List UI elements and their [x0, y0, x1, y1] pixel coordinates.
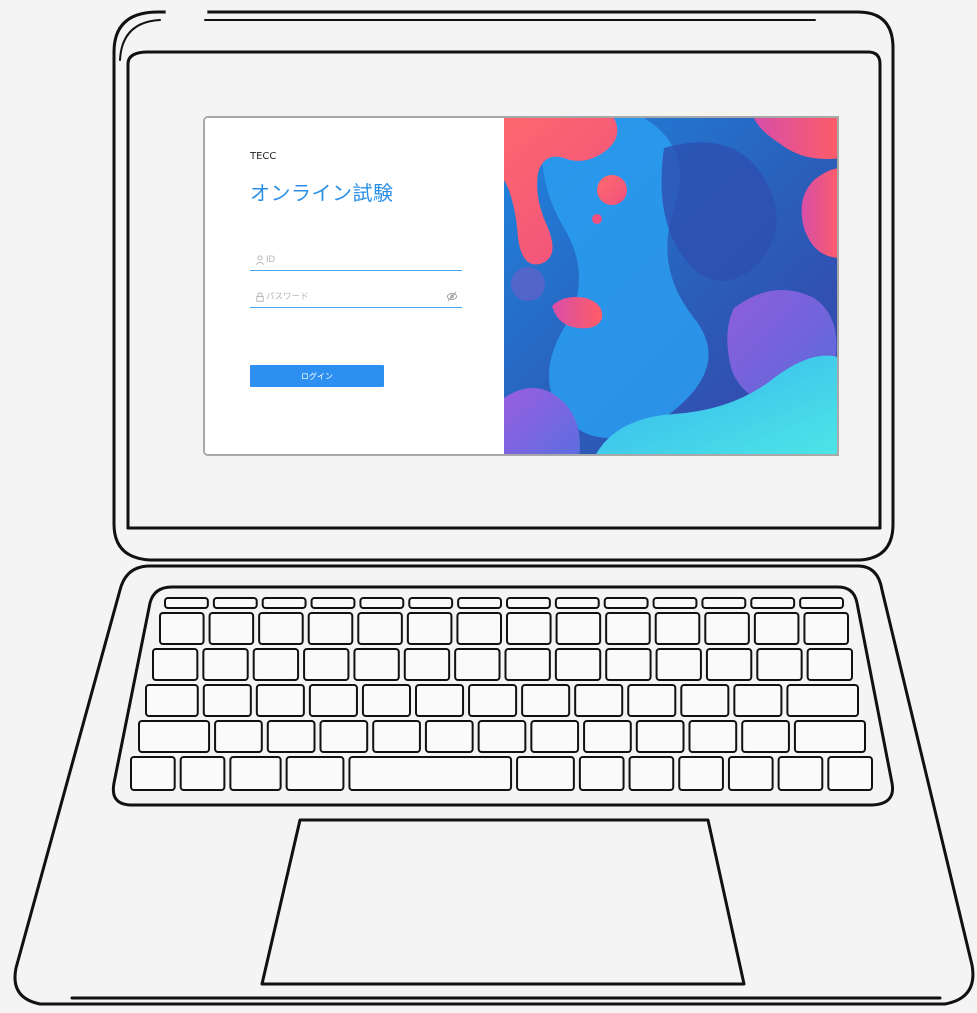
keyboard-key	[605, 648, 652, 681]
keyboard-key	[307, 612, 354, 645]
keyboard-key	[212, 597, 258, 609]
keyboard-key	[680, 684, 730, 717]
keyboard-key	[208, 612, 255, 645]
keyboard-key	[727, 756, 774, 791]
keyboard-key	[406, 612, 453, 645]
keyboard-key	[159, 612, 205, 645]
keyboard-key	[786, 684, 859, 717]
keyboard-key	[701, 597, 747, 609]
laptop-screen: TECC オンライン試験 ログイン	[203, 116, 839, 456]
keyboard-key	[214, 720, 263, 753]
keyboard-key	[603, 597, 649, 609]
keyboard-key	[348, 756, 513, 791]
keyboard-key	[605, 612, 651, 645]
keyboard-key	[628, 756, 675, 791]
keyboard-key	[506, 597, 551, 609]
keyboard-key	[454, 648, 501, 681]
keyboard-key	[506, 612, 552, 645]
trackpad	[260, 818, 746, 986]
keyboard-key	[827, 756, 873, 791]
login-button[interactable]: ログイン	[250, 365, 384, 387]
keyboard-key	[477, 720, 527, 753]
keyboard-key	[359, 597, 405, 609]
keyboard-key	[252, 648, 300, 681]
eye-off-icon[interactable]	[446, 291, 458, 302]
keyboard-key	[733, 684, 783, 717]
keyboard-key	[255, 684, 305, 717]
keyboard-key	[741, 720, 790, 753]
password-field[interactable]	[250, 287, 462, 308]
keyboard-key	[357, 612, 403, 645]
keyboard-key	[793, 720, 867, 753]
keyboard-key	[555, 612, 602, 645]
keyboard-keys	[130, 597, 873, 791]
keyboard-key	[424, 720, 474, 753]
user-icon	[255, 255, 265, 265]
keyboard-key	[705, 648, 753, 681]
decorative-artwork	[504, 118, 837, 454]
keyboard-key	[799, 597, 845, 609]
keyboard-key	[627, 684, 677, 717]
login-panel: TECC オンライン試験 ログイン	[205, 118, 504, 454]
brand-label: TECC	[250, 151, 277, 162]
keyboard-key	[521, 684, 571, 717]
keyboard-key	[504, 648, 551, 681]
keyboard-key	[164, 597, 209, 609]
keyboard-key	[678, 756, 724, 791]
password-input[interactable]	[266, 289, 436, 305]
keyboard-key	[457, 597, 502, 609]
keyboard-key	[635, 720, 685, 753]
keyboard-key	[303, 648, 350, 681]
keyboard-key	[468, 684, 518, 717]
lock-icon	[256, 292, 264, 302]
keyboard-key	[753, 612, 800, 645]
art-dot-purple-left	[511, 267, 545, 301]
keyboard-key	[655, 648, 702, 681]
keyboard-key	[202, 684, 252, 717]
page-title: オンライン試験	[250, 181, 394, 205]
keyboard-key	[750, 597, 796, 609]
keyboard-key	[654, 612, 701, 645]
keyboard-key	[777, 756, 824, 791]
keyboard-key	[145, 684, 199, 717]
keyboard-key	[578, 756, 625, 791]
keyboard-key	[285, 756, 345, 791]
keyboard-key	[152, 648, 199, 681]
keyboard-key	[179, 756, 226, 791]
keyboard-key	[415, 684, 465, 717]
keyboard-key	[361, 684, 411, 717]
keyboard-key	[806, 648, 854, 681]
id-field[interactable]	[250, 250, 462, 271]
keyboard-key	[261, 597, 307, 609]
keyboard-key	[688, 720, 738, 753]
keyboard-key	[258, 612, 304, 645]
keyboard-key	[574, 684, 624, 717]
keyboard-key	[403, 648, 451, 681]
keyboard-key	[554, 648, 602, 681]
keyboard-key	[202, 648, 249, 681]
keyboard-key	[516, 756, 575, 791]
keyboard-key	[583, 720, 632, 753]
keyboard-key	[372, 720, 421, 753]
art-dot-pink-small	[592, 214, 602, 224]
keyboard-key	[353, 648, 400, 681]
keyboard-key	[266, 720, 316, 753]
keyboard-key	[456, 612, 502, 645]
keyboard-key	[408, 597, 454, 609]
keyboard-key	[803, 612, 850, 645]
keyboard-key	[652, 597, 698, 609]
keyboard-key	[704, 612, 750, 645]
keyboard-key	[130, 756, 176, 791]
keyboard-key	[138, 720, 211, 753]
keyboard-key	[310, 597, 356, 609]
keyboard-key	[554, 597, 600, 609]
keyboard-key	[530, 720, 580, 753]
keyboard-key	[308, 684, 358, 717]
art-dot-pink	[597, 175, 627, 205]
keyboard-key	[319, 720, 369, 753]
keyboard-key	[229, 756, 282, 791]
keyboard-key	[756, 648, 803, 681]
id-input[interactable]	[266, 252, 436, 268]
